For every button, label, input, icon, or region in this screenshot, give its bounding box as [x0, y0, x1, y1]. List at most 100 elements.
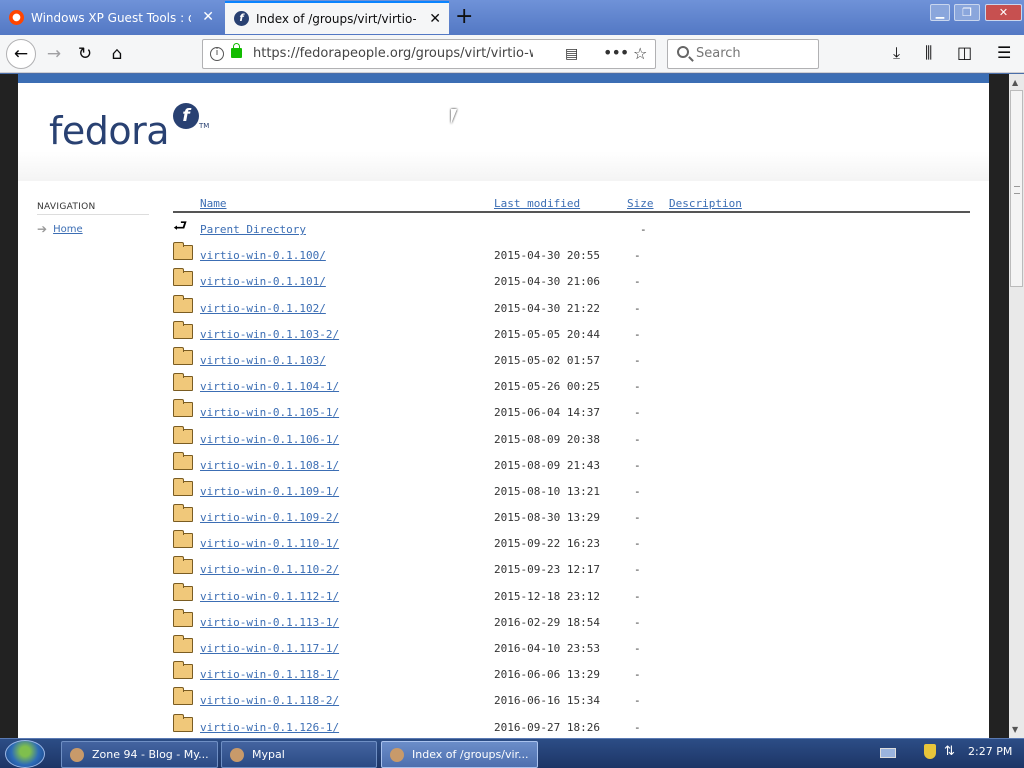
directory-link[interactable]: virtio-win-0.1.103-2/: [200, 328, 339, 341]
directory-link[interactable]: virtio-win-0.1.100/: [200, 249, 326, 262]
directory-link[interactable]: virtio-win-0.1.110-1/: [200, 537, 339, 550]
page-header: fedora f TM: [18, 83, 989, 181]
url-text[interactable]: https://fedorapeople.org/groups/virt/vir…: [253, 46, 533, 61]
last-modified-cell: 2016-06-16 15:34: [494, 694, 600, 708]
lock-icon[interactable]: [231, 43, 242, 58]
size-cell: -: [634, 301, 641, 315]
close-window-button[interactable]: ✕: [985, 4, 1022, 21]
directory-link[interactable]: virtio-win-0.1.118-2/: [200, 694, 339, 707]
close-icon[interactable]: ✕: [202, 9, 214, 25]
search-bar[interactable]: [667, 39, 819, 69]
size-cell: -: [634, 327, 641, 341]
size-cell: -: [634, 537, 641, 551]
table-row: virtio-win-0.1.106-1/2015-08-09 20:38 -: [173, 423, 970, 449]
browser-icon: [70, 747, 84, 762]
last-modified-cell: 2015-05-02 01:57: [494, 353, 600, 367]
info-icon[interactable]: i: [210, 47, 224, 61]
folder-icon: [173, 582, 193, 601]
back-arrow-icon: ⮐: [173, 216, 188, 235]
column-name-link[interactable]: Name: [200, 197, 227, 210]
table-row: virtio-win-0.1.113-1/2016-02-29 18:54 -: [173, 606, 970, 632]
tab-windows-xp-guest-tools[interactable]: ● Windows XP Guest Tools : qem ✕: [0, 1, 222, 34]
folder-icon: [173, 530, 193, 549]
downloads-icon[interactable]: ⤓: [893, 43, 900, 63]
directory-link[interactable]: virtio-win-0.1.104-1/: [200, 380, 339, 393]
nav-item-home[interactable]: ➔ Home: [37, 222, 149, 236]
folder-icon: [173, 346, 193, 365]
keyboard-icon[interactable]: [880, 748, 896, 758]
reader-view-icon[interactable]: ▤: [565, 46, 578, 62]
last-modified-cell: 2016-06-06 13:29: [494, 668, 600, 682]
table-row: virtio-win-0.1.108-1/2015-08-09 21:43 -: [173, 449, 970, 475]
table-row: virtio-win-0.1.117-1/2016-04-10 23:53 -: [173, 632, 970, 658]
column-description-link[interactable]: Description: [669, 197, 742, 210]
directory-link[interactable]: virtio-win-0.1.102/: [200, 302, 326, 315]
folder-icon: [173, 399, 193, 418]
table-row: virtio-win-0.1.103/2015-05-02 01:57 -: [173, 344, 970, 370]
directory-link[interactable]: virtio-win-0.1.117-1/: [200, 642, 339, 655]
security-shield-icon[interactable]: [924, 744, 936, 759]
vertical-scrollbar[interactable]: ▲ ▼: [1009, 74, 1024, 738]
search-input[interactable]: [696, 46, 806, 61]
sidebar-icon[interactable]: ◫: [957, 43, 972, 62]
nav-item-label[interactable]: Home: [53, 224, 83, 235]
table-row: virtio-win-0.1.102/2015-04-30 21:22 -: [173, 292, 970, 318]
close-icon[interactable]: ✕: [429, 11, 441, 27]
system-clock[interactable]: 2:27 PM: [968, 745, 1012, 758]
restore-button[interactable]: ❐: [954, 4, 980, 21]
last-modified-cell: 2015-09-22 16:23: [494, 537, 600, 551]
scrollbar-thumb[interactable]: [1010, 90, 1023, 287]
directory-link[interactable]: virtio-win-0.1.110-2/: [200, 563, 339, 576]
bookmark-star-icon[interactable]: ☆: [633, 44, 647, 63]
folder-icon: [173, 504, 193, 523]
directory-link[interactable]: virtio-win-0.1.113-1/: [200, 616, 339, 629]
directory-link[interactable]: virtio-win-0.1.101/: [200, 275, 326, 288]
directory-link[interactable]: virtio-win-0.1.108-1/: [200, 459, 339, 472]
column-size-link[interactable]: Size: [627, 197, 654, 210]
directory-link[interactable]: virtio-win-0.1.105-1/: [200, 406, 339, 419]
taskbar-item-index-of[interactable]: Index of /groups/vir...: [381, 741, 538, 768]
forward-button[interactable]: →: [40, 40, 68, 68]
folder-icon: [173, 687, 193, 706]
network-icon[interactable]: ⇅: [944, 744, 955, 759]
page-actions-icon[interactable]: •••: [603, 43, 629, 62]
minimize-button[interactable]: ▁: [930, 4, 950, 21]
fedora-logo[interactable]: fedora: [49, 109, 170, 153]
parent-directory-link[interactable]: Parent Directory: [200, 223, 306, 236]
start-button[interactable]: [5, 740, 45, 768]
taskbar: Zone 94 - Blog - My... Mypal Index of /g…: [0, 738, 1024, 768]
taskbar-item-mypal[interactable]: Mypal: [221, 741, 377, 768]
taskbar-item-zone94[interactable]: Zone 94 - Blog - My...: [61, 741, 218, 768]
url-bar[interactable]: i https://fedorapeople.org/groups/virt/v…: [202, 39, 656, 69]
last-modified-cell: 2016-09-27 18:26: [494, 720, 600, 734]
home-button[interactable]: ⌂: [103, 40, 131, 68]
last-modified-cell: 2015-04-30 21:22: [494, 301, 600, 315]
scroll-down-arrow-icon[interactable]: ▼: [1012, 725, 1018, 734]
library-icon[interactable]: ⫼: [925, 43, 932, 63]
directory-link[interactable]: virtio-win-0.1.103/: [200, 354, 326, 367]
size-cell: -: [634, 484, 641, 498]
directory-link[interactable]: virtio-win-0.1.109-2/: [200, 511, 339, 524]
last-modified-cell: 2015-05-26 00:25: [494, 380, 600, 394]
menu-icon[interactable]: ☰: [997, 43, 1011, 62]
new-tab-icon[interactable]: +: [455, 4, 473, 29]
directory-link[interactable]: virtio-win-0.1.126-1/: [200, 721, 339, 734]
table-row: virtio-win-0.1.126-1/2016-09-27 18:26 -: [173, 711, 970, 737]
last-modified-cell: 2015-04-30 21:06: [494, 275, 600, 289]
navigation-heading: NAVIGATION: [37, 202, 149, 215]
back-button[interactable]: ←: [6, 39, 36, 69]
directory-link[interactable]: virtio-win-0.1.109-1/: [200, 485, 339, 498]
folder-icon: [173, 268, 193, 287]
directory-link[interactable]: virtio-win-0.1.106-1/: [200, 433, 339, 446]
column-last-modified-link[interactable]: Last modified: [494, 197, 580, 210]
directory-link[interactable]: virtio-win-0.1.118-1/: [200, 668, 339, 681]
search-icon: [677, 46, 689, 58]
last-modified-cell: 2015-08-10 13:21: [494, 484, 600, 498]
directory-link[interactable]: virtio-win-0.1.112-1/: [200, 590, 339, 603]
size-cell: -: [634, 406, 641, 420]
scroll-up-arrow-icon[interactable]: ▲: [1012, 78, 1018, 87]
table-row: virtio-win-0.1.105-1/2015-06-04 14:37 -: [173, 396, 970, 422]
last-modified-cell: 2016-02-29 18:54: [494, 615, 600, 629]
reload-button[interactable]: ↻: [71, 40, 99, 68]
tab-index-of-virtio-win[interactable]: f Index of /groups/virt/virtio-win/ ✕: [225, 1, 449, 34]
